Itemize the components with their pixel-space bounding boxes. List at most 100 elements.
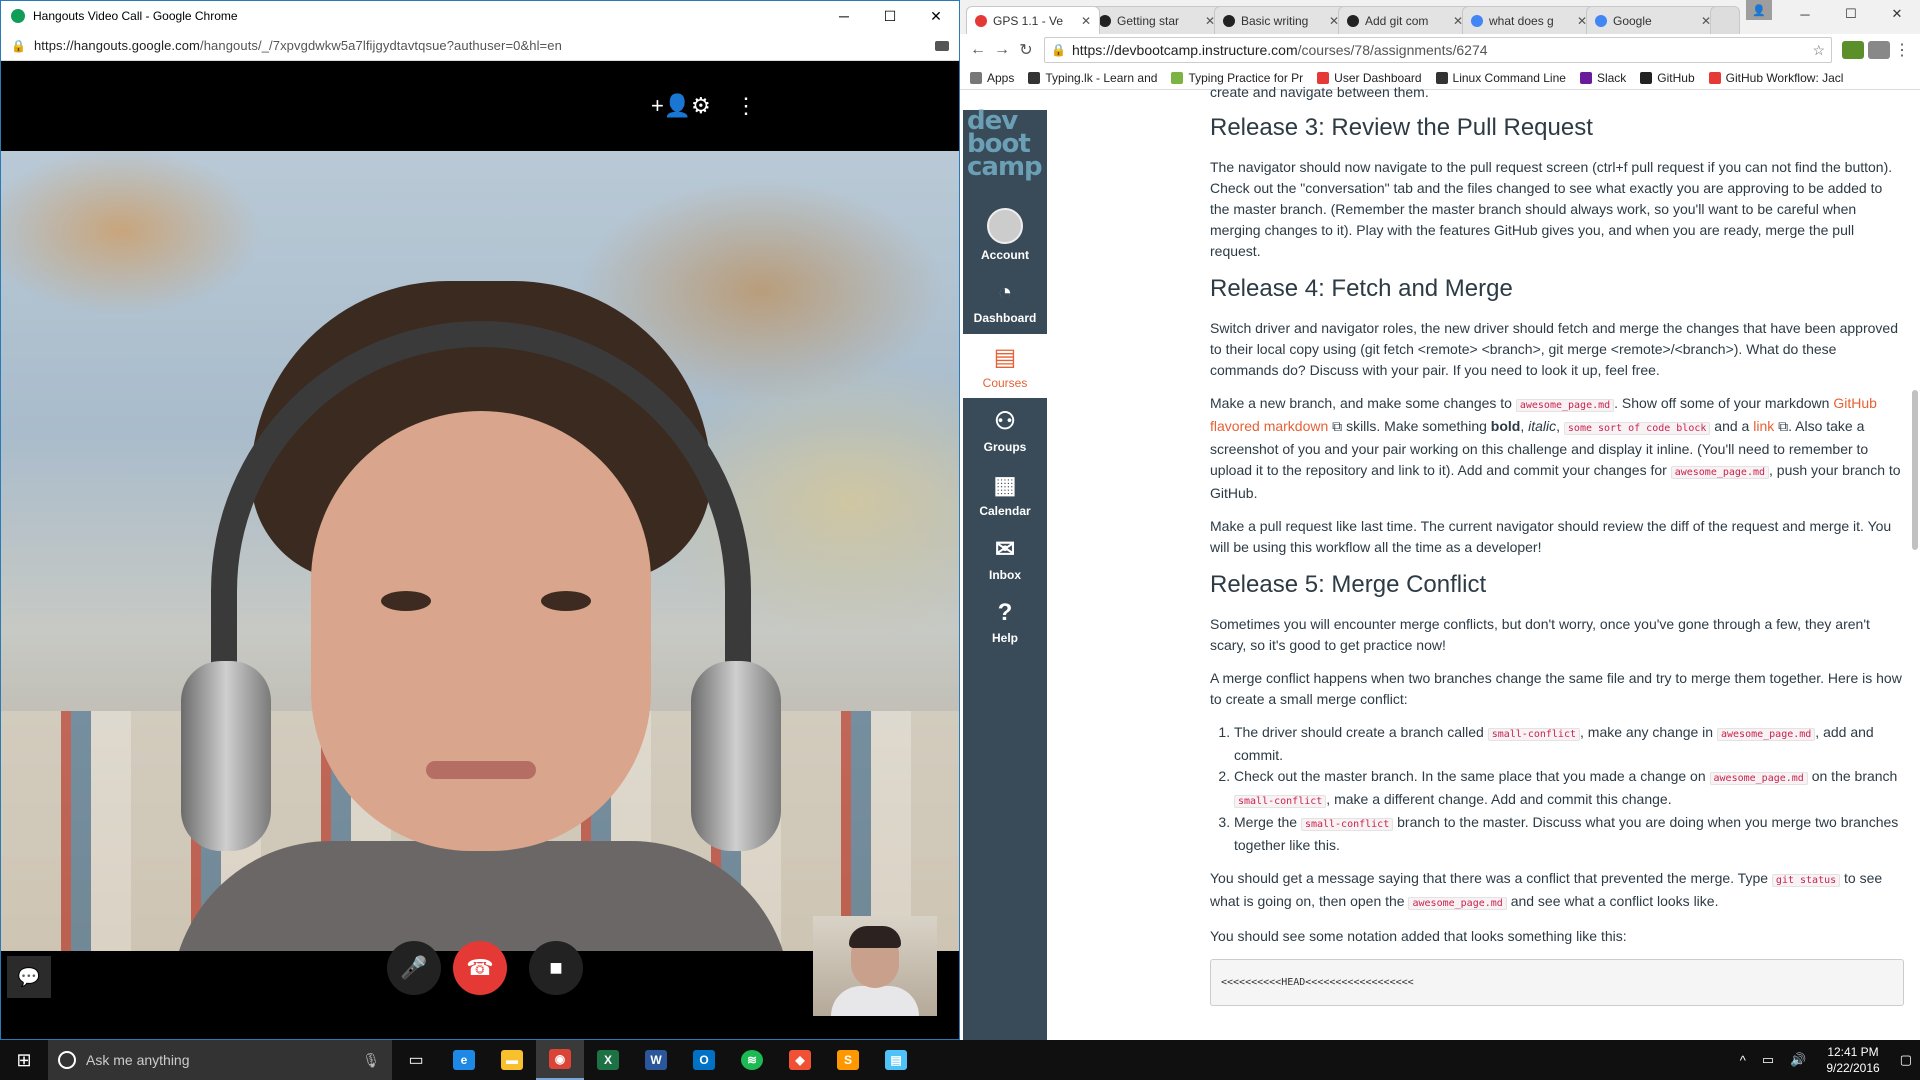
profile-icon[interactable]: 👤: [1746, 0, 1772, 20]
outlook-icon[interactable]: O: [680, 1040, 728, 1080]
tab-5[interactable]: Google ✕: [1586, 6, 1720, 34]
chevron-up-icon[interactable]: ^: [1740, 1053, 1746, 1068]
text: . Show off some of your markdown: [1614, 395, 1830, 411]
sublime-text-icon[interactable]: S: [824, 1040, 872, 1080]
cortana-search-box[interactable]: Ask me anything 🎙: [48, 1040, 392, 1080]
more-options-icon[interactable]: ⋮: [735, 93, 757, 119]
app-glyph: W: [645, 1050, 667, 1070]
tab-4[interactable]: what does g ✕: [1462, 6, 1596, 34]
microphone-icon[interactable]: 🎤: [387, 941, 441, 995]
extension-icon[interactable]: [1868, 41, 1890, 59]
devbootcamp-logo[interactable]: dev boot camp: [967, 108, 1051, 196]
nav-help[interactable]: ? Help: [963, 590, 1047, 654]
browser-toolbar: ← → ↻ 🔒 https://devbootcamp.instructure.…: [960, 34, 1920, 66]
notepad-icon[interactable]: ▤: [872, 1040, 920, 1080]
nav-label: Inbox: [989, 567, 1021, 582]
edge-icon[interactable]: e: [440, 1040, 488, 1080]
desktop: Hangouts Video Call - Google Chrome ─ ☐ …: [0, 0, 1920, 1080]
external-link-icon: ⧉: [1778, 418, 1789, 434]
address-bar[interactable]: 🔒 https://devbootcamp.instructure.com /c…: [1044, 37, 1832, 63]
scrollbar-thumb[interactable]: [1912, 390, 1918, 550]
hangouts-url-bar[interactable]: 🔒 https://hangouts.google.com/hangouts/_…: [1, 31, 959, 61]
word-icon[interactable]: W: [632, 1040, 680, 1080]
text: and a: [1714, 418, 1750, 434]
release-3-paragraph: The navigator should now navigate to the…: [1210, 159, 1893, 259]
tab-3[interactable]: Add git com ✕: [1338, 6, 1472, 34]
window-title: Hangouts Video Call - Google Chrome: [33, 9, 238, 23]
release-4-paragraph-1: Switch driver and navigator roles, the n…: [1210, 320, 1898, 378]
clock[interactable]: 12:41 PM 9/22/2016: [1826, 1044, 1879, 1076]
tab-1[interactable]: Getting star ✕: [1090, 6, 1224, 34]
network-icon[interactable]: ▭: [1762, 1052, 1774, 1068]
nav-dashboard[interactable]: ◔ Dashboard: [963, 270, 1047, 334]
app-glyph: ≋: [741, 1050, 763, 1070]
excel-icon[interactable]: X: [584, 1040, 632, 1080]
avatar: [987, 208, 1023, 244]
tab-0[interactable]: GPS 1.1 - Ve ✕: [966, 6, 1100, 34]
release-3-heading: Release 3: Review the Pull Request: [1210, 114, 1593, 141]
bookmark-star-icon[interactable]: ☆: [1812, 42, 1825, 59]
extension-icon[interactable]: [1842, 41, 1864, 59]
nav-label: Account: [981, 248, 1029, 262]
text: The driver should create a branch called: [1234, 724, 1484, 740]
app-glyph: ▬: [501, 1050, 523, 1070]
minimize-button[interactable]: ─: [821, 1, 867, 31]
volume-icon[interactable]: 🔊: [1790, 1052, 1806, 1068]
bookmark-0[interactable]: Apps: [970, 71, 1014, 85]
minimize-button[interactable]: ─: [1782, 0, 1828, 28]
close-button[interactable]: ✕: [1874, 0, 1920, 28]
nav-groups[interactable]: ⚇ Groups: [963, 398, 1047, 462]
dashboard-icon: ◔: [997, 279, 1013, 306]
list-item: The driver should create a branch called…: [1234, 722, 1904, 766]
reload-icon[interactable]: ↻: [1014, 40, 1038, 60]
notifications-icon[interactable]: ▢: [1900, 1052, 1912, 1068]
release-4-paragraph-3: Make a pull request like last time. The …: [1210, 518, 1892, 555]
nav-label: Dashboard: [973, 311, 1037, 325]
help-icon: ?: [997, 599, 1013, 626]
nav-courses[interactable]: ▤ Courses: [963, 334, 1047, 398]
windows-start-icon[interactable]: ⊞: [0, 1040, 48, 1080]
link[interactable]: link: [1753, 418, 1774, 434]
cortana-icon: [58, 1051, 76, 1069]
chrome-icon[interactable]: ◉: [536, 1040, 584, 1080]
url-host: https://devbootcamp.instructure.com: [1071, 42, 1298, 58]
nav-account[interactable]: Account: [963, 200, 1047, 270]
close-button[interactable]: ✕: [913, 1, 959, 31]
self-view-thumbnail[interactable]: [813, 916, 937, 1016]
add-person-icon[interactable]: +👤: [651, 93, 691, 119]
tab-2[interactable]: Basic writing ✕: [1214, 6, 1348, 34]
text: Make a new branch, and make some changes…: [1210, 395, 1512, 411]
settings-icon[interactable]: ⚙: [691, 93, 711, 119]
chrome-menu-icon[interactable]: ⋮: [1890, 40, 1914, 60]
bookmark-label: Typing.lk - Learn and: [1045, 70, 1158, 85]
paragraph-fragment: create and navigate between them.: [1210, 84, 1429, 100]
app-glyph: ◉: [549, 1049, 571, 1069]
bookmark-1[interactable]: Typing.lk - Learn and: [1028, 71, 1157, 85]
end-call-icon[interactable]: ☎: [453, 941, 507, 995]
new-tab-button[interactable]: [1710, 6, 1740, 34]
nav-calendar[interactable]: ▦ Calendar: [963, 462, 1047, 526]
system-tray: ^ ▭ 🔊 12:41 PM 9/22/2016 ▢: [1732, 1044, 1920, 1076]
hangouts-titlebar: Hangouts Video Call - Google Chrome ─ ☐ …: [1, 1, 959, 31]
inbox-icon: ✉: [994, 535, 1016, 563]
maximize-button[interactable]: ☐: [1828, 0, 1874, 28]
url-path: /hangouts/_/7xpvgdwkw5a7lfijgydtavtqsue?…: [200, 38, 562, 53]
lock-icon: 🔒: [1051, 43, 1066, 57]
release-5-paragraph-3: You should get a message saying that the…: [1210, 868, 1904, 914]
chat-icon[interactable]: 💬: [7, 956, 51, 998]
hangouts-window: Hangouts Video Call - Google Chrome ─ ☐ …: [0, 0, 960, 1040]
maximize-button[interactable]: ☐: [867, 1, 913, 31]
tab-label: GPS 1.1 - Ve: [993, 13, 1064, 28]
task-view-icon[interactable]: ▭: [392, 1040, 440, 1080]
app-glyph: X: [597, 1050, 619, 1070]
file-explorer-icon[interactable]: ▬: [488, 1040, 536, 1080]
spotify-icon[interactable]: ≋: [728, 1040, 776, 1080]
forward-icon[interactable]: →: [990, 41, 1014, 59]
bookmark-label: Apps: [987, 70, 1015, 85]
nav-inbox[interactable]: ✉ Inbox: [963, 526, 1047, 590]
video-camera-icon[interactable]: ■: [529, 941, 583, 995]
back-icon[interactable]: ←: [966, 41, 990, 59]
tab-close-icon[interactable]: ✕: [1081, 14, 1091, 28]
git-icon[interactable]: ◆: [776, 1040, 824, 1080]
microphone-icon[interactable]: 🎙: [362, 1052, 380, 1069]
